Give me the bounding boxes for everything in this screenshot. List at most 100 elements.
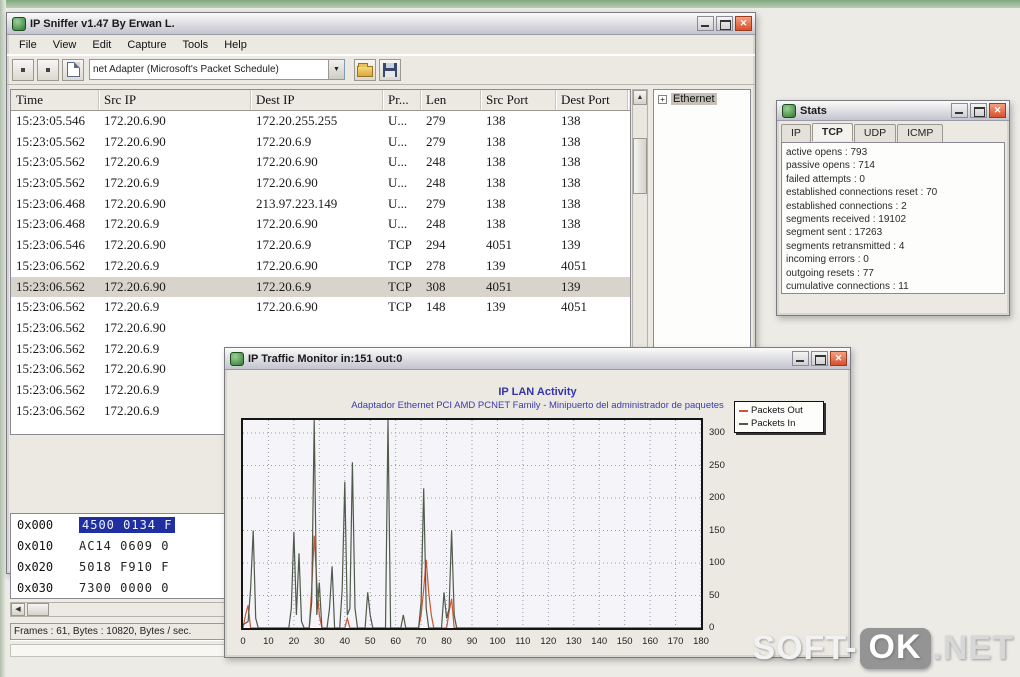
column-header[interactable]: Src Port [481, 90, 556, 110]
scroll-left-button[interactable]: ◀ [11, 603, 25, 616]
open-capture-button[interactable] [354, 58, 376, 81]
scrollbar-thumb[interactable] [27, 603, 49, 616]
stats-tab[interactable]: UDP [853, 124, 897, 142]
column-header[interactable]: Dest IP [251, 90, 383, 110]
table-row[interactable]: 15:23:06.546 172.20.6.90 172.20.6.9 TCP 294 4… [11, 235, 630, 256]
table-row[interactable]: 15:23:06.562 172.20.6.9 172.20.6.90 TCP 278 1… [11, 256, 630, 277]
x-tick-label: 120 [540, 636, 557, 647]
menu-item[interactable]: Capture [119, 37, 174, 53]
menu-item[interactable]: Help [216, 37, 255, 53]
stat-line: established connections : 2 [786, 200, 907, 212]
title-bar[interactable]: IP Sniffer v1.47 By Erwan L. ✕ [7, 13, 755, 35]
stats-tab[interactable]: IP [781, 124, 811, 142]
table-row[interactable]: 15:23:05.562 172.20.6.9 172.20.6.90 U... 248… [11, 173, 630, 194]
table-row[interactable]: 15:23:06.562 172.20.6.90 172.20.6.9 TCP 308 4… [11, 276, 630, 298]
hex-row[interactable]: 0x000 4500 0134 F [11, 514, 232, 535]
table-row[interactable]: 15:23:05.562 172.20.6.9 172.20.6.90 U... 248… [11, 152, 630, 173]
column-header[interactable]: Dest Port [556, 90, 628, 110]
menu-item[interactable]: Edit [84, 37, 119, 53]
scroll-up-button[interactable]: ▲ [633, 90, 647, 105]
table-row[interactable]: 15:23:06.562 172.20.6.9 172.20.6.90 TCP 148 1… [11, 297, 630, 318]
y-axis-labels: 300 250 200 150 100 50 0 [709, 418, 739, 633]
table-cell: 15:23:05.562 [16, 154, 85, 170]
table-cell: 15:23:05.546 [16, 113, 85, 128]
table-cell: 15:23:06.562 [16, 257, 85, 273]
table-cell: U... [388, 175, 408, 191]
stats-tab[interactable]: ICMP [897, 124, 944, 142]
hex-viewer[interactable]: 0x000 4500 0134 F 0x010 AC14 0609 0 0x02… [10, 513, 232, 599]
table-cell: 172.20.6.9 [256, 278, 312, 294]
table-cell: TCP [388, 278, 412, 294]
toolbar-button-prev[interactable] [12, 58, 34, 81]
table-cell [556, 318, 628, 339]
toolbar: net Adapter (Microsoft's Packet Schedule… [7, 55, 755, 85]
table-row[interactable]: 15:23:05.546 172.20.6.90 172.20.255.255 U..… [11, 111, 630, 132]
maximize-button[interactable] [811, 351, 828, 366]
stat-line: failed attempts : 0 [786, 173, 865, 185]
title-bar[interactable]: Stats ✕ [777, 101, 1009, 121]
hex-offset: 0x000 [17, 517, 54, 532]
new-capture-button[interactable] [62, 58, 84, 81]
minimize-button[interactable] [792, 351, 809, 366]
close-button[interactable]: ✕ [989, 103, 1006, 118]
stats-tabs: IP TCP UDP ICMP [777, 121, 1009, 142]
menu-item[interactable]: File [11, 37, 45, 53]
column-header[interactable]: Len [421, 90, 481, 110]
traffic-monitor-window: IP Traffic Monitor in:151 out:0 ✕ IP LAN… [224, 347, 851, 658]
column-header[interactable]: Src IP [99, 90, 251, 110]
maximize-button[interactable] [970, 103, 987, 118]
menu-item[interactable]: View [45, 37, 85, 53]
tree-node-ethernet[interactable]: + Ethernet [654, 90, 750, 105]
tree-expander-icon[interactable]: + [658, 94, 667, 104]
x-tick-label: 150 [616, 636, 633, 647]
table-cell: 172.20.6.90 [104, 237, 166, 253]
table-cell: 139 [486, 299, 506, 315]
y-tick-label: 250 [709, 459, 725, 471]
close-button[interactable]: ✕ [830, 351, 847, 366]
table-cell: 172.20.6.9 [256, 237, 312, 253]
stat-line: established connections reset : 70 [786, 187, 938, 199]
x-tick-label: 0 [240, 636, 246, 647]
table-cell: 172.20.6.9 [256, 133, 312, 149]
maximize-button[interactable] [716, 16, 733, 31]
status-text: Frames : 61, Bytes : 10820, Bytes / sec. [10, 623, 248, 640]
hex-row[interactable]: 0x010 AC14 0609 0 [11, 535, 232, 556]
hex-row[interactable]: 0x030 7300 0000 0 [11, 577, 232, 598]
toolbar-button-next[interactable] [37, 58, 59, 81]
table-cell: 278 [426, 257, 446, 273]
save-capture-button[interactable] [379, 58, 401, 81]
hex-row[interactable]: 0x020 5018 F910 F [11, 556, 232, 577]
table-row[interactable]: 15:23:06.468 172.20.6.90 213.97.223.149 U..… [11, 194, 630, 215]
table-row[interactable]: 15:23:05.562 172.20.6.90 172.20.6.9 U... 279… [11, 132, 630, 153]
table-cell: 15:23:06.562 [16, 319, 85, 335]
table-cell: 248 [426, 216, 446, 232]
scrollbar-thumb[interactable] [633, 138, 647, 194]
minimize-button[interactable] [697, 16, 714, 31]
chevron-down-icon[interactable]: ▼ [328, 60, 344, 79]
hex-offset: 0x030 [17, 580, 54, 595]
x-tick-label: 180 [693, 636, 709, 647]
window-title: Stats [800, 104, 827, 117]
table-row[interactable]: 15:23:06.562 172.20.6.90 [11, 318, 630, 339]
table-cell: 138 [486, 175, 506, 191]
minimize-button[interactable] [951, 103, 968, 118]
menu-item[interactable]: Tools [175, 37, 217, 53]
column-header[interactable]: Time [11, 90, 99, 110]
table-cell: 172.20.6.90 [104, 195, 166, 211]
table-cell: 294 [426, 237, 446, 253]
column-header[interactable]: Pr... [383, 90, 421, 110]
table-row[interactable]: 15:23:06.468 172.20.6.9 172.20.6.90 U... 248… [11, 214, 630, 235]
stats-tab[interactable]: TCP [811, 123, 853, 141]
table-cell: 172.20.6.90 [104, 319, 166, 335]
close-button[interactable]: ✕ [735, 16, 752, 31]
table-cell: 148 [426, 299, 446, 315]
title-bar[interactable]: IP Traffic Monitor in:151 out:0 ✕ [225, 348, 850, 370]
adapter-select[interactable]: net Adapter (Microsoft's Packet Schedule… [89, 59, 345, 80]
table-cell: 4051 [486, 237, 512, 253]
table-cell: 15:23:05.562 [16, 133, 85, 149]
app-icon [782, 103, 796, 118]
tree-node-label[interactable]: Ethernet [671, 93, 717, 105]
x-tick-label: 110 [515, 636, 531, 647]
packet-table-header[interactable]: Time Src IP Dest IP Pr... Len Src Port Dest Po… [11, 90, 630, 111]
x-tick-label: 30 [314, 636, 325, 647]
